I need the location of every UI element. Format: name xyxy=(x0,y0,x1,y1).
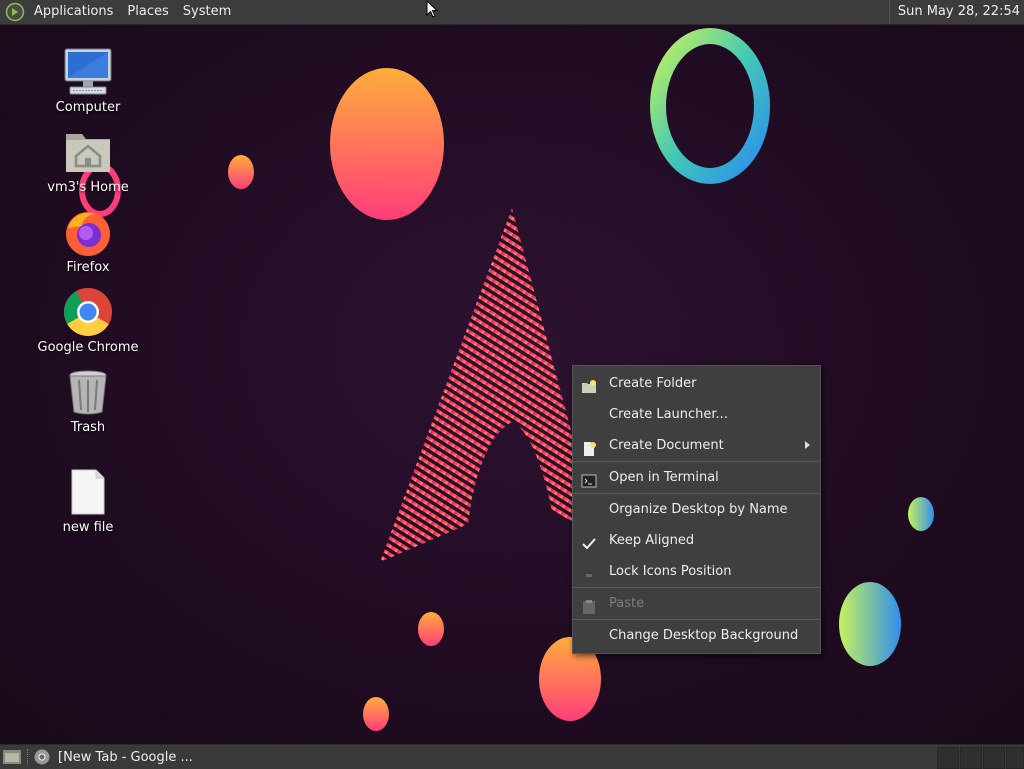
desktop-icon-trash[interactable]: Trash xyxy=(28,366,148,435)
firefox-icon xyxy=(62,206,114,258)
desktop-context-menu: Create Folder Create Launcher... Create … xyxy=(572,365,821,654)
desktop-icon-label: Trash xyxy=(70,420,106,435)
clock[interactable]: Sun May 28, 22:54 xyxy=(888,0,1020,24)
taskbar-window-title: [New Tab - Google ... xyxy=(58,749,193,765)
places-menu[interactable]: Places xyxy=(120,0,175,24)
taskbar-window-button[interactable]: [New Tab - Google ... xyxy=(34,746,193,768)
desktop-icon-label: Computer xyxy=(55,100,121,115)
menu-item-organize-desktop-by-name[interactable]: Organize Desktop by Name xyxy=(573,494,820,525)
desktop-icon-computer[interactable]: Computer xyxy=(28,46,148,115)
desktop[interactable]: Computer vm3's Home Firefox Google Chrom… xyxy=(0,24,1024,744)
workspace-3[interactable] xyxy=(983,747,1005,769)
computer-icon xyxy=(62,46,114,98)
chrome-icon xyxy=(62,286,114,338)
menu-item-create-document[interactable]: Create Document xyxy=(573,430,820,461)
desktop-icon-new-file[interactable]: new file xyxy=(28,466,148,535)
menu-item-change-desktop-background[interactable]: Change Desktop Background xyxy=(573,620,820,651)
desktop-icon-google-chrome[interactable]: Google Chrome xyxy=(28,286,148,355)
desktop-icon-label: Firefox xyxy=(66,260,110,275)
menu-item-paste[interactable]: Paste xyxy=(573,588,820,619)
menu-item-lock-icons-position[interactable]: Lock Icons Position xyxy=(573,556,820,587)
checkmark-icon xyxy=(581,533,597,550)
workspace-1[interactable] xyxy=(937,747,959,769)
desktop-icon-label: new file xyxy=(62,520,114,535)
trash-icon xyxy=(62,366,114,418)
wallpaper xyxy=(79,28,934,731)
desktop-icon-label: Google Chrome xyxy=(37,340,139,355)
mouse-cursor-icon xyxy=(426,0,438,18)
menu-item-create-folder[interactable]: Create Folder xyxy=(573,368,820,399)
document-new-icon xyxy=(581,438,597,456)
top-panel: Applications Places System Sun May 28, 2… xyxy=(0,0,1024,25)
workspace-4[interactable] xyxy=(1006,747,1024,769)
desktop-icon-home[interactable]: vm3's Home xyxy=(28,126,148,195)
bottom-panel: [New Tab - Google ... xyxy=(0,744,1024,769)
workspace-2[interactable] xyxy=(960,747,982,769)
paste-icon xyxy=(581,596,597,614)
menu-item-open-in-terminal[interactable]: Open in Terminal xyxy=(573,462,820,493)
desktop-icon-firefox[interactable]: Firefox xyxy=(28,206,148,275)
file-icon xyxy=(62,466,114,518)
desktop-icon-label: vm3's Home xyxy=(47,180,129,195)
submenu-arrow-icon xyxy=(805,441,810,449)
chrome-icon xyxy=(34,749,50,765)
panel-handle xyxy=(27,749,30,765)
folder-new-icon xyxy=(581,376,597,393)
menu-item-keep-aligned[interactable]: Keep Aligned xyxy=(573,525,820,556)
distro-logo-icon[interactable] xyxy=(5,2,25,22)
show-desktop-icon[interactable] xyxy=(2,748,22,766)
terminal-icon xyxy=(581,470,597,488)
system-menu[interactable]: System xyxy=(176,0,238,24)
home-folder-icon xyxy=(62,126,114,178)
menu-item-create-launcher[interactable]: Create Launcher... xyxy=(573,399,820,430)
applications-menu[interactable]: Applications xyxy=(27,0,120,24)
checkbox-unchecked-icon xyxy=(581,564,597,580)
